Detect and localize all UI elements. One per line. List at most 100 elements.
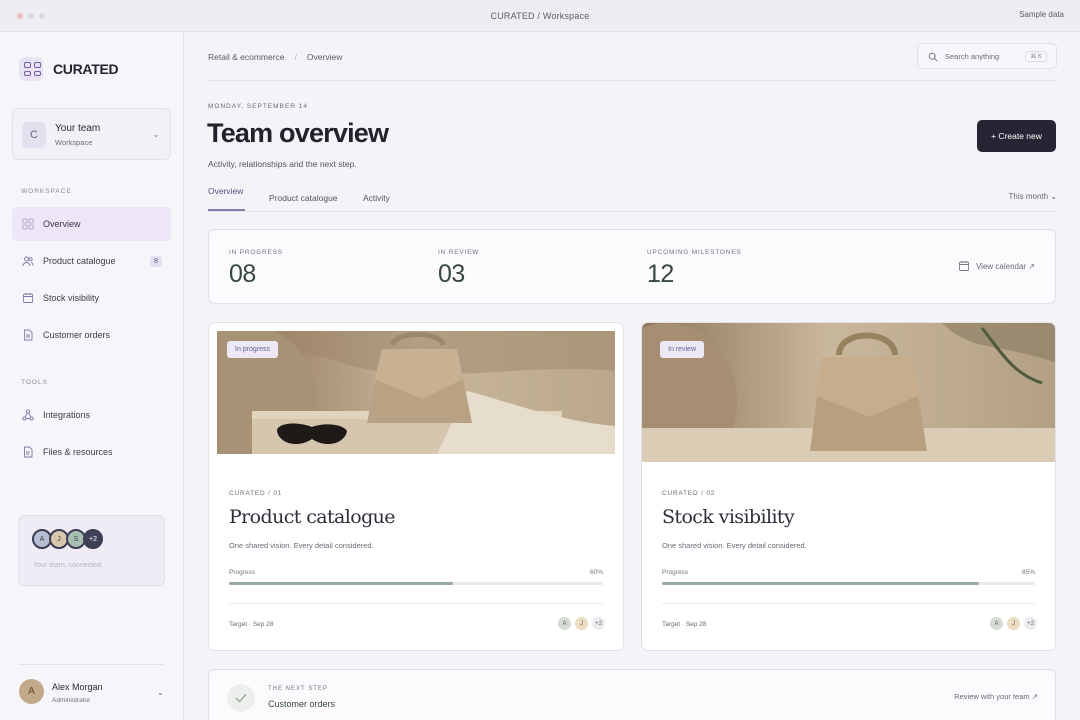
avatar-stack: A J +2 — [557, 616, 606, 631]
sidebar-item-label: Files & resources — [43, 447, 113, 457]
stat-value-in-review: 03 — [438, 260, 465, 288]
breadcrumb-separator: / — [294, 52, 297, 62]
avatar-stack: A J S +2 — [32, 529, 103, 549]
sidebar-item-label: Stock visibility — [43, 293, 100, 303]
tab-overview[interactable]: Overview — [208, 186, 243, 196]
handbag-photo: In review — [642, 323, 1055, 462]
period-select[interactable]: This month ⌄ — [1009, 192, 1058, 201]
breadcrumb: Retail & ecommerce / Overview — [208, 52, 342, 62]
keyboard-shortcut-hint: ⌘ K — [1025, 51, 1047, 62]
handbag-photo: In progress — [217, 331, 615, 454]
divider — [208, 80, 1057, 81]
avatar: A — [557, 616, 572, 631]
avatar-overflow: +2 — [591, 616, 606, 631]
next-step-label: THE NEXT STEP — [268, 686, 328, 692]
team-promo-card: A J S +2 Your team, connected. — [18, 515, 165, 586]
check-icon — [227, 684, 255, 712]
status-badge: In progress — [227, 341, 279, 358]
progress-label: Progress — [229, 569, 256, 576]
project-card-product-catalogue[interactable]: In progress CURATED / 01 Product catalog… — [208, 322, 624, 651]
progress-fill — [662, 582, 980, 585]
next-step-panel: THE NEXT STEP Customer orders Review wit… — [208, 669, 1056, 720]
brand-logo[interactable]: CURATED — [19, 57, 119, 81]
avatar: J — [574, 616, 589, 631]
grid-logo-icon — [19, 57, 43, 81]
page-title: Team overview — [207, 118, 389, 148]
sidebar-item-label: Customer orders — [43, 330, 111, 340]
chevron-down-icon[interactable]: ⌄ — [157, 688, 164, 697]
view-calendar-link[interactable]: View calendar ↗ — [958, 260, 1035, 272]
search-icon — [928, 52, 938, 62]
tab-product-catalogue[interactable]: Product catalogue — [269, 193, 338, 203]
user-avatar[interactable]: A — [19, 679, 44, 704]
page-subtitle: Activity, relationships and the next ste… — [208, 159, 357, 169]
breadcrumb-item-overview[interactable]: Overview — [307, 52, 342, 62]
progress-fill — [229, 582, 454, 585]
sidebar-item-integrations[interactable]: Integrations — [12, 398, 171, 432]
progress-bar — [229, 582, 603, 585]
avatar: J — [1006, 616, 1021, 631]
next-step-title[interactable]: Customer orders — [268, 699, 335, 709]
progress-percent: 85% — [1021, 569, 1035, 576]
team-name: Your team — [55, 123, 101, 134]
stat-value-milestones: 12 — [647, 260, 674, 288]
count-badge: 8 — [150, 256, 162, 267]
card-code: CURATED / 01 — [229, 490, 283, 497]
avatar-overflow: +2 — [83, 529, 103, 549]
card-title: Stock visibility — [662, 506, 795, 528]
view-calendar-label: View calendar ↗ — [975, 261, 1035, 271]
promo-text: Your team, connected. — [33, 562, 103, 569]
review-with-team-link[interactable]: Review with your team ↗ — [954, 692, 1038, 701]
card-code: CURATED / 02 — [662, 490, 716, 497]
window-title: CURATED / Workspace — [490, 11, 590, 21]
sidebar-item-product-catalogue[interactable]: Product catalogue 8 — [12, 244, 171, 278]
stat-value-in-progress: 08 — [229, 260, 256, 288]
file-icon — [24, 446, 33, 458]
users-icon — [22, 256, 34, 267]
divider — [229, 603, 603, 604]
avatar: A — [989, 616, 1004, 631]
sidebar-item-overview[interactable]: Overview — [12, 207, 171, 241]
tools-section-label: TOOLS — [21, 379, 48, 386]
brand-name: CURATED — [53, 61, 119, 77]
breadcrumb-item-retail[interactable]: Retail & ecommerce — [208, 52, 285, 62]
sidebar-item-stock-visibility[interactable]: Stock visibility — [12, 281, 171, 315]
current-date: MONDAY, SEPTEMBER 14 — [208, 103, 308, 110]
chevron-down-icon: ⌄ — [152, 129, 160, 139]
main-content: Retail & ecommerce / Overview Search any… — [185, 32, 1080, 720]
card-description: One shared vision. Every detail consider… — [662, 541, 807, 550]
tab-activity[interactable]: Activity — [363, 193, 390, 203]
team-subtitle: Workspace — [55, 138, 93, 147]
stat-label: IN REVIEW — [438, 249, 480, 256]
integrations-icon — [22, 409, 34, 421]
stat-label: IN PROGRESS — [229, 249, 283, 256]
document-icon — [24, 329, 33, 341]
sidebar-item-files-resources[interactable]: Files & resources — [12, 435, 171, 469]
progress-percent: 60% — [589, 569, 603, 576]
team-switcher[interactable]: C Your team Workspace ⌄ — [12, 108, 171, 160]
divider — [19, 664, 164, 665]
active-tab-indicator — [208, 209, 245, 211]
status-badge: In review — [660, 341, 705, 358]
search-input[interactable]: Search anything — [945, 52, 999, 61]
progress-bar — [662, 582, 1035, 585]
stat-label: UPCOMING MILESTONES — [647, 249, 742, 256]
sidebar: CURATED C Your team Workspace ⌄ WORKSPAC… — [0, 32, 184, 720]
target-date: Target · Sep 28 — [229, 621, 274, 628]
avatar-stack: A J +2 — [989, 616, 1038, 631]
search-box[interactable]: Search anything ⌘ K — [917, 43, 1057, 69]
card-description: One shared vision. Every detail consider… — [229, 541, 374, 550]
stats-panel: IN PROGRESS 08 IN REVIEW 03 UPCOMING MIL… — [208, 229, 1056, 304]
project-card-stock-visibility[interactable]: In review CURATED / 02 Stock visibility … — [641, 322, 1056, 651]
handbag-image — [642, 323, 1055, 462]
sidebar-item-customer-orders[interactable]: Customer orders — [12, 318, 171, 352]
user-role: Administrator — [52, 697, 91, 704]
create-new-button[interactable]: + Create new — [977, 120, 1056, 152]
calendar-icon — [23, 293, 33, 303]
card-title: Product catalogue — [229, 506, 396, 528]
sidebar-item-label: Product catalogue — [43, 256, 116, 266]
avatar-overflow: +2 — [1023, 616, 1038, 631]
workspace-section-label: WORKSPACE — [21, 188, 72, 195]
team-avatar: C — [22, 122, 46, 148]
tab-bar: Overview Product catalogue Activity This… — [208, 186, 1057, 212]
